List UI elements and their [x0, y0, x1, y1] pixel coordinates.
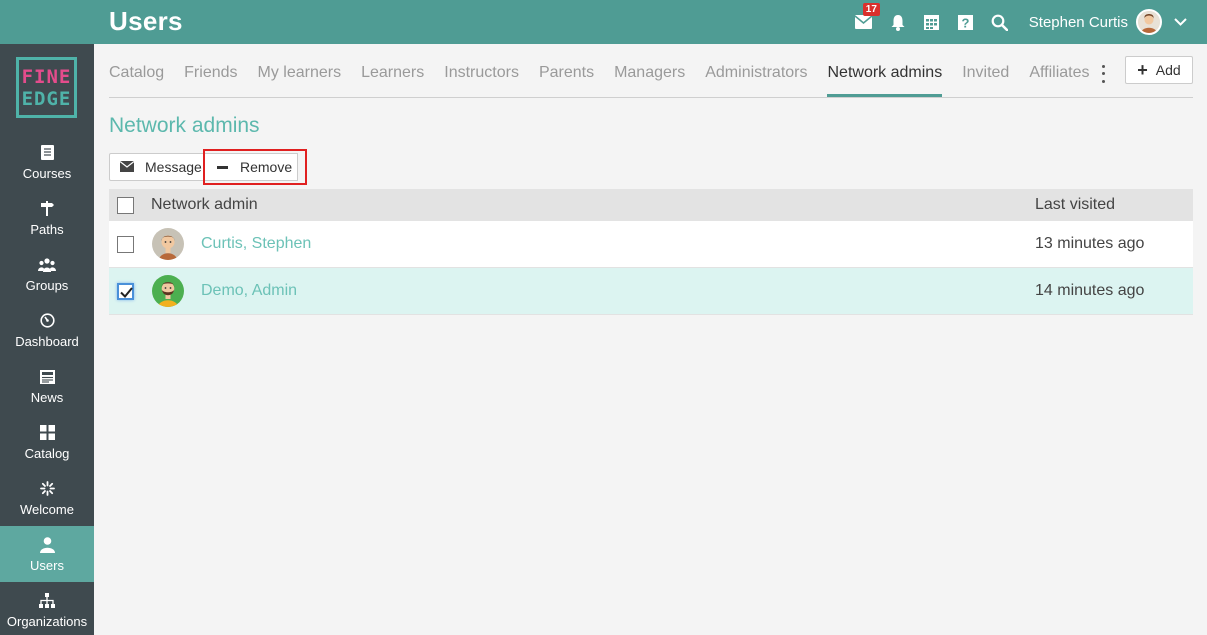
groups-icon	[38, 256, 56, 274]
tab-managers[interactable]: Managers	[614, 53, 685, 97]
sidebar-item-label: Organizations	[6, 613, 88, 629]
remove-button[interactable]: Remove	[205, 153, 298, 181]
sidebar-item-news[interactable]: News	[0, 358, 94, 414]
user-tabs: Catalog Friends My learners Learners Ins…	[109, 53, 1193, 98]
messages-icon[interactable]: 17	[853, 3, 880, 33]
help-icon[interactable]: ?	[955, 11, 977, 33]
sidebar-item-catalog[interactable]: Catalog	[0, 414, 94, 470]
signpost-icon	[40, 200, 54, 218]
search-icon[interactable]	[989, 11, 1011, 33]
select-all-checkbox[interactable]	[117, 196, 134, 214]
sidebar-item-label: News	[30, 389, 64, 405]
grid-icon	[39, 424, 55, 442]
sidebar-item-organizations[interactable]: Organizations	[0, 582, 94, 635]
sidebar-item-label: Welcome	[20, 501, 74, 517]
sidebar-item-label: Dashboard	[15, 333, 79, 349]
fine-edge-logo[interactable]: FINE EDGE	[16, 57, 77, 118]
avatar	[152, 275, 184, 307]
sidebar: FINE EDGE Courses Paths Groups Dashboard…	[0, 44, 94, 635]
message-button-label: Message	[145, 159, 202, 175]
avatar	[152, 228, 184, 260]
sidebar-item-users[interactable]: Users	[0, 526, 94, 582]
column-header-last-visited[interactable]: Last visited	[1035, 196, 1115, 214]
sidebar-item-courses[interactable]: Courses	[0, 134, 94, 190]
bell-icon[interactable]	[887, 11, 909, 33]
top-icons: 17 ? Stephen Curtis	[853, 0, 1207, 44]
column-header-name[interactable]: Network admin	[151, 196, 258, 214]
add-button-label: Add	[1155, 62, 1181, 78]
app-title: Users	[109, 6, 183, 36]
logo-line-1: FINE	[21, 65, 72, 88]
last-visited-value: 13 minutes ago	[1035, 235, 1145, 252]
sparkle-icon	[39, 480, 55, 498]
last-visited-value: 14 minutes ago	[1035, 282, 1145, 299]
sidebar-item-label: Paths	[30, 221, 64, 237]
tab-my-learners[interactable]: My learners	[258, 53, 342, 97]
messages-badge: 17	[862, 3, 880, 16]
svg-text:?: ?	[962, 15, 970, 30]
more-tabs-icon[interactable]	[1098, 63, 1108, 85]
sidebar-item-welcome[interactable]: Welcome	[0, 470, 94, 526]
tab-affiliates[interactable]: Affiliates	[1029, 53, 1089, 97]
row-checkbox[interactable]	[117, 282, 134, 300]
table-header: Network admin Last visited	[109, 189, 1193, 221]
tab-catalog[interactable]: Catalog	[109, 53, 164, 97]
user-name[interactable]: Stephen Curtis	[1029, 14, 1128, 31]
table-row: Curtis, Stephen 13 minutes ago	[109, 221, 1193, 268]
sidebar-item-label: Users	[30, 557, 64, 573]
top-bar: Users 17 ? Stephen Curtis	[0, 0, 1207, 44]
tab-network-admins[interactable]: Network admins	[827, 53, 943, 97]
user-avatar[interactable]	[1136, 9, 1162, 35]
envelope-icon	[119, 159, 135, 175]
minus-icon	[217, 165, 228, 169]
sidebar-item-label: Catalog	[24, 445, 70, 461]
action-bar: Message Remove	[109, 153, 298, 181]
sidebar-item-groups[interactable]: Groups	[0, 246, 94, 302]
remove-button-label: Remove	[240, 159, 293, 175]
tab-instructors[interactable]: Instructors	[444, 53, 519, 97]
tab-list: Catalog Friends My learners Learners Ins…	[109, 53, 1193, 97]
newspaper-icon	[39, 368, 55, 386]
user-icon	[39, 536, 55, 554]
logo-line-2: EDGE	[21, 87, 72, 110]
sidebar-item-label: Courses	[22, 165, 72, 181]
sidebar-item-dashboard[interactable]: Dashboard	[0, 302, 94, 358]
plus-icon: +	[1137, 60, 1148, 80]
sidebar-item-label: Groups	[25, 277, 69, 293]
admin-name-link[interactable]: Demo, Admin	[201, 282, 297, 300]
add-button[interactable]: + Add	[1125, 56, 1193, 84]
gauge-icon	[39, 312, 55, 330]
sidebar-nav: Courses Paths Groups Dashboard News Cata…	[0, 134, 94, 635]
page-title: Network admins	[109, 114, 260, 137]
table-row: Demo, Admin 14 minutes ago	[109, 268, 1193, 315]
book-icon	[40, 144, 54, 162]
admin-name-link[interactable]: Curtis, Stephen	[201, 235, 311, 253]
row-checkbox[interactable]	[117, 235, 134, 253]
tab-administrators[interactable]: Administrators	[705, 53, 807, 97]
calendar-icon[interactable]	[921, 11, 943, 33]
tab-invited[interactable]: Invited	[962, 53, 1009, 97]
network-admins-table: Network admin Last visited Curtis, Steph…	[109, 189, 1193, 315]
org-chart-icon	[39, 592, 55, 610]
tab-friends[interactable]: Friends	[184, 53, 237, 97]
tab-parents[interactable]: Parents	[539, 53, 594, 97]
message-button[interactable]: Message	[109, 153, 205, 181]
sidebar-item-paths[interactable]: Paths	[0, 190, 94, 246]
chevron-down-icon[interactable]	[1174, 13, 1187, 31]
tab-learners[interactable]: Learners	[361, 53, 424, 97]
